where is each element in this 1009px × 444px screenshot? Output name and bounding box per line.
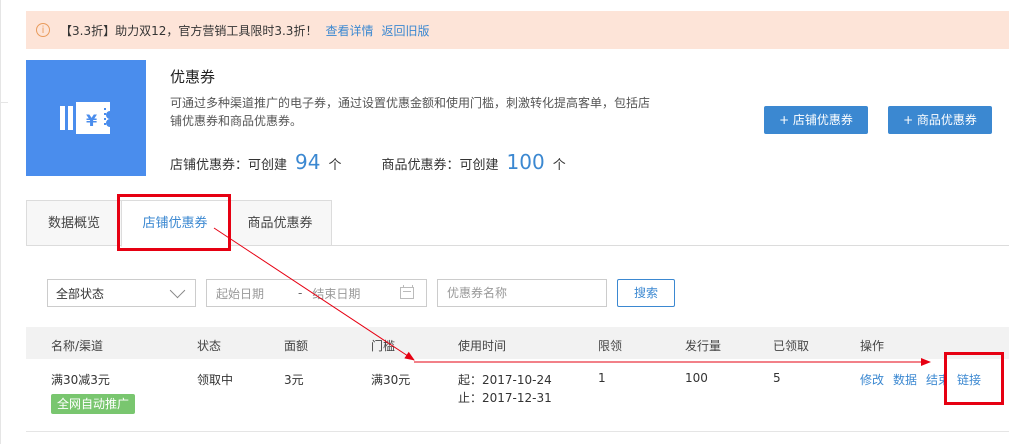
annotation-box-link: [944, 352, 1004, 405]
annotation-box-tab: [117, 194, 231, 251]
